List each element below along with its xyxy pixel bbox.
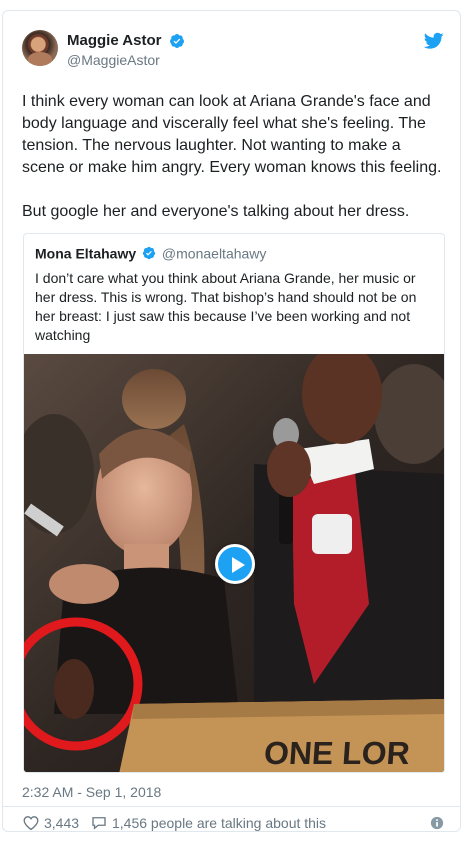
quoted-author-name[interactable]: Mona Eltahawy xyxy=(35,245,136,261)
quoted-tweet-text: I don’t care what you think about Ariana… xyxy=(35,270,417,343)
author-display-name[interactable]: Maggie Astor xyxy=(67,32,161,49)
embedded-tweet-card: Maggie Astor @MaggieAstor I think every … xyxy=(2,10,461,832)
author-name-block[interactable]: Maggie Astor @MaggieAstor xyxy=(67,32,185,68)
like-button[interactable]: 3,443 xyxy=(22,814,79,832)
play-button[interactable] xyxy=(215,544,255,584)
info-icon[interactable] xyxy=(430,816,444,830)
divider xyxy=(3,806,460,807)
quoted-tweet[interactable]: Mona Eltahawy @monaeltahawy I don’t care… xyxy=(23,233,445,773)
conversation-link[interactable]: 1,456 people are talking about this xyxy=(90,814,326,832)
talking-count: 1,456 people are talking about this xyxy=(112,815,327,831)
verified-badge-icon xyxy=(169,33,184,48)
like-count: 3,443 xyxy=(44,815,80,831)
quoted-author-handle[interactable]: @monaeltahawy xyxy=(162,245,267,261)
tweet-actions: 3,443 1,456 people are talking about thi… xyxy=(22,814,444,834)
podium-sign-text: ONE LOR xyxy=(263,735,411,771)
quoted-tweet-header: Mona Eltahawy @monaeltahawy xyxy=(35,244,266,261)
twitter-bird-icon[interactable] xyxy=(424,32,444,50)
speech-bubble-icon xyxy=(92,817,106,830)
tweet-text: I think every woman can look at Ariana G… xyxy=(22,93,442,220)
verified-badge-icon xyxy=(142,247,156,260)
video-thumbnail[interactable]: ONE LOR xyxy=(24,354,444,772)
author-avatar[interactable] xyxy=(22,30,58,66)
tweet-header: Maggie Astor @MaggieAstor xyxy=(22,30,444,70)
tweet-timestamp[interactable]: 2:32 AM - Sep 1, 2018 xyxy=(22,784,161,800)
author-handle[interactable]: @MaggieAstor xyxy=(67,52,185,68)
heart-icon xyxy=(23,816,39,831)
